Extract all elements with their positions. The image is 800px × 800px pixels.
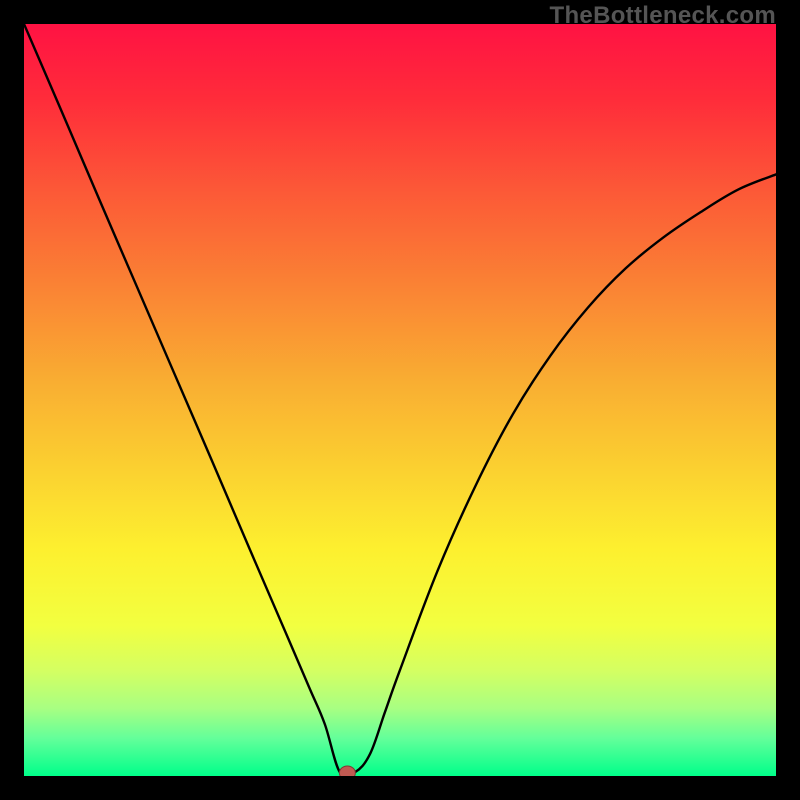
bottleneck-chart-svg [24,24,776,776]
chart-frame: TheBottleneck.com [0,0,800,800]
watermark-text: TheBottleneck.com [550,2,776,30]
optimal-point-marker [339,766,355,776]
plot-area [24,24,776,776]
gradient-background [24,24,776,776]
